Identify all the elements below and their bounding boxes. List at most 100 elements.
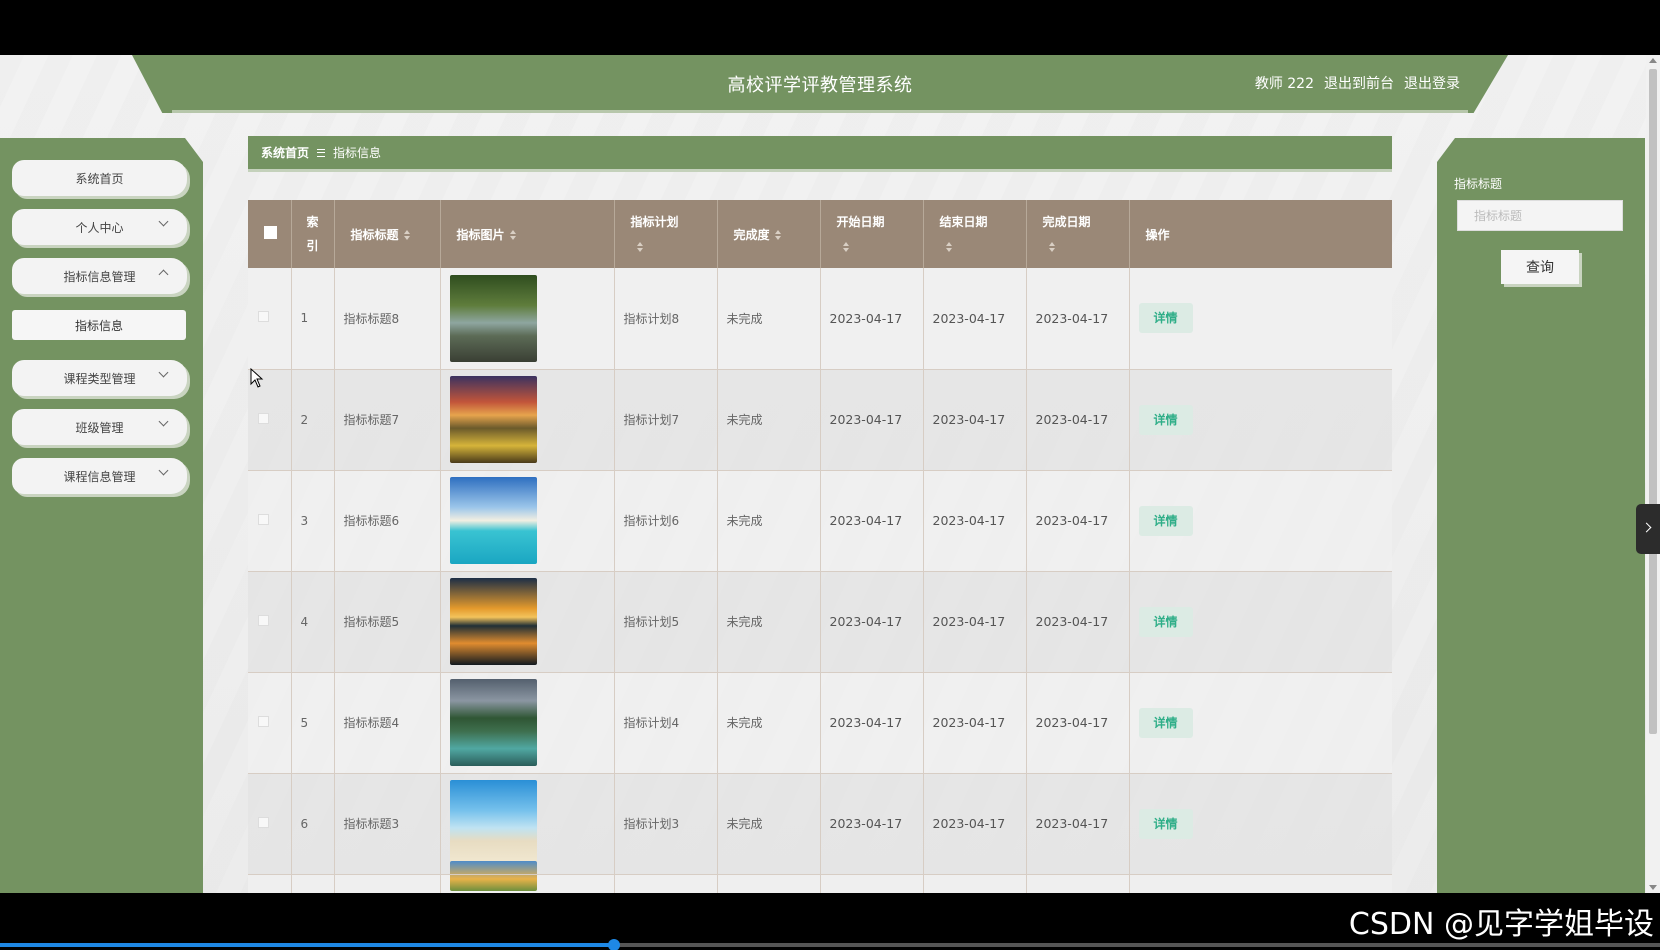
indicator-image[interactable] (449, 578, 537, 665)
sidebar-subitem-indicator-info[interactable]: 指标信息 (12, 310, 186, 340)
scroll-up-arrow-icon[interactable] (1649, 58, 1657, 63)
sidebar-item-home[interactable]: 系统首页 (12, 160, 187, 196)
sidebar: 系统首页 个人中心 指标信息管理 指标信息 课程类型管理 班级管理 课程信息管理 (0, 138, 203, 893)
row-select-cell (248, 571, 292, 673)
row-checkbox[interactable] (258, 311, 269, 323)
breadcrumb-home[interactable]: 系统首页 (261, 144, 309, 161)
row-completion (717, 874, 821, 893)
chevron-down-icon (158, 465, 169, 476)
row-select-cell (248, 874, 292, 893)
sort-icon[interactable] (636, 241, 643, 252)
row-action-cell: 详情 (1129, 268, 1392, 370)
row-completion: 未完成 (717, 571, 821, 673)
detail-button[interactable]: 详情 (1138, 303, 1193, 334)
row-start-date: 2023-04-17 (820, 672, 924, 774)
chevron-down-icon (158, 367, 169, 378)
row-title: 指标标题5 (334, 571, 441, 673)
row-completion: 未完成 (717, 369, 821, 471)
table-header-row: 索引 指标标题 指标图片 指标计划 完成度 开始日期 结束日期 完成日期 操作 (248, 200, 1392, 268)
video-progress-knob[interactable] (608, 939, 621, 950)
column-header-plan[interactable]: 指标计划 (614, 200, 718, 268)
select-all-checkbox[interactable] (264, 226, 277, 239)
row-index: 4 (291, 571, 335, 673)
row-end-date: 2023-04-17 (923, 773, 1027, 875)
row-checkbox[interactable] (258, 513, 269, 525)
row-plan: 指标计划5 (614, 571, 718, 673)
table-row (248, 860, 1392, 893)
indicator-image[interactable] (449, 274, 537, 362)
row-start-date: 2023-04-17 (820, 268, 924, 370)
sidebar-item-class-management[interactable]: 班级管理 (12, 409, 187, 445)
row-title: 指标标题7 (334, 369, 441, 471)
breadcrumb-current: 指标信息 (333, 146, 382, 160)
row-checkbox[interactable] (258, 715, 269, 727)
sidebar-item-indicator-management[interactable]: 指标信息管理 (12, 258, 187, 294)
row-image-cell (440, 369, 615, 471)
sidebar-item-label: 班级管理 (75, 420, 124, 435)
sort-icon[interactable] (403, 230, 410, 240)
sort-icon[interactable] (509, 230, 516, 240)
detail-button[interactable]: 详情 (1138, 707, 1193, 738)
row-checkbox[interactable] (258, 614, 269, 626)
row-done-date: 2023-04-17 (1026, 268, 1130, 370)
column-header-end-date[interactable]: 结束日期 (923, 200, 1027, 268)
row-action-cell: 详情 (1129, 672, 1392, 774)
row-checkbox[interactable] (258, 412, 269, 424)
row-action-cell (1129, 874, 1392, 893)
scrollbar-thumb[interactable] (1649, 69, 1657, 734)
sidebar-item-personal-center[interactable]: 个人中心 (12, 209, 187, 245)
logout-link[interactable]: 退出登录 (1404, 73, 1460, 93)
row-done-date: 2023-04-17 (1026, 470, 1130, 572)
sidebar-item-label: 课程信息管理 (63, 469, 136, 484)
row-action-cell: 详情 (1129, 773, 1392, 875)
sidebar-item-course-info-management[interactable]: 课程信息管理 (12, 458, 187, 494)
search-label: 指标标题 (1454, 177, 1503, 191)
indicator-image[interactable] (449, 860, 537, 891)
sort-icon[interactable] (842, 241, 849, 252)
row-done-date: 2023-04-17 (1026, 571, 1130, 673)
column-header-title[interactable]: 指标标题 (334, 200, 441, 268)
header-underline (172, 110, 1468, 113)
detail-button[interactable]: 详情 (1138, 606, 1193, 637)
row-image-cell (440, 571, 615, 673)
search-input[interactable] (1457, 200, 1623, 231)
row-plan: 指标计划4 (614, 672, 718, 774)
top-header: 高校评学评教管理系统 教师 222 退出到前台 退出登录 (132, 55, 1508, 113)
row-end-date: 2023-04-17 (923, 369, 1027, 471)
row-done-date: 2023-04-17 (1026, 672, 1130, 774)
page-scrollbar[interactable] (1646, 55, 1660, 893)
row-start-date: 2023-04-17 (820, 470, 924, 572)
back-to-front-link[interactable]: 退出到前台 (1324, 73, 1394, 93)
row-end-date: 2023-04-17 (923, 268, 1027, 370)
scroll-down-arrow-icon[interactable] (1649, 885, 1657, 890)
indicator-image[interactable] (449, 780, 537, 867)
indicator-image[interactable] (449, 477, 537, 564)
row-title: 指标标题6 (334, 470, 441, 572)
column-header-image[interactable]: 指标图片 (440, 200, 615, 268)
row-checkbox[interactable] (258, 816, 269, 828)
side-drawer-toggle[interactable] (1636, 504, 1660, 554)
search-panel: 指标标题 查询 (1437, 138, 1645, 893)
sidebar-item-course-type-management[interactable]: 课程类型管理 (12, 360, 187, 396)
select-all-header (248, 200, 292, 268)
breadcrumb: 系统首页 指标信息 (248, 136, 1392, 172)
detail-button[interactable]: 详情 (1138, 505, 1193, 536)
row-action-cell: 详情 (1129, 571, 1392, 673)
chevron-right-icon (1641, 522, 1652, 533)
menu-icon (317, 148, 326, 157)
sidebar-item-label: 课程类型管理 (63, 371, 136, 386)
search-button[interactable]: 查询 (1501, 250, 1579, 284)
sort-icon[interactable] (945, 241, 952, 252)
detail-button[interactable]: 详情 (1138, 808, 1193, 839)
column-header-completion[interactable]: 完成度 (717, 200, 821, 268)
sort-icon[interactable] (774, 230, 781, 240)
indicator-image[interactable] (449, 376, 537, 463)
detail-button[interactable]: 详情 (1138, 404, 1193, 435)
column-header-done-date[interactable]: 完成日期 (1026, 200, 1130, 268)
top-black-bar (0, 0, 1660, 55)
sidebar-item-label: 个人中心 (75, 220, 124, 235)
chevron-down-icon (158, 416, 169, 427)
sort-icon[interactable] (1048, 241, 1055, 252)
indicator-image[interactable] (449, 679, 537, 766)
column-header-start-date[interactable]: 开始日期 (820, 200, 924, 268)
